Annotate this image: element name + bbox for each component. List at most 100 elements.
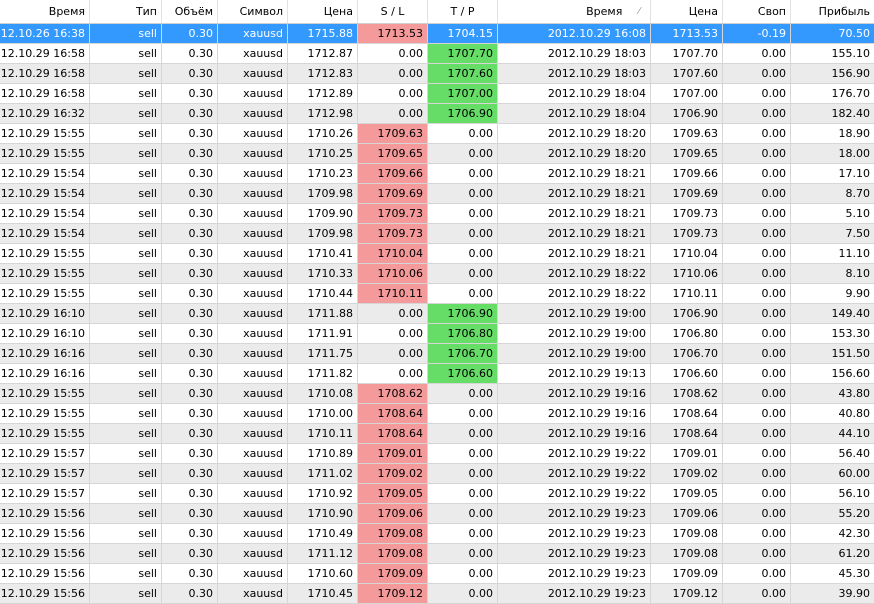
table-row[interactable]: 2012.10.26 16:38sell0.30xauusd1715.88171… — [0, 24, 874, 44]
cell-stop-loss: 0.00 — [358, 44, 428, 63]
table-header: Время Тип Объём Символ Цена S / L T / P … — [0, 0, 874, 24]
cell-volume: 0.30 — [162, 44, 218, 63]
cell-volume: 0.30 — [162, 504, 218, 523]
cell-stop-loss: 1708.62 — [358, 384, 428, 403]
cell-close-time: 2012.10.29 19:23 — [498, 504, 651, 523]
table-row[interactable]: 2012.10.29 15:55sell0.30xauusd1710.25170… — [0, 144, 874, 164]
cell-symbol: xauusd — [218, 224, 288, 243]
cell-time: 2012.10.29 15:56 — [0, 584, 90, 603]
cell-close-time: 2012.10.29 19:00 — [498, 324, 651, 343]
cell-volume: 0.30 — [162, 64, 218, 83]
cell-close-price: 1709.05 — [651, 484, 723, 503]
cell-close-price: 1710.11 — [651, 284, 723, 303]
cell-stop-loss: 1708.64 — [358, 404, 428, 423]
cell-type: sell — [90, 284, 162, 303]
cell-profit: 18.00 — [838, 147, 871, 160]
table-row[interactable]: 2012.10.29 16:58sell0.30xauusd1712.830.0… — [0, 64, 874, 84]
table-row[interactable]: 2012.10.29 15:56sell0.30xauusd1710.49170… — [0, 524, 874, 544]
cell-profit: 5.10 — [845, 207, 871, 220]
cell-type: sell — [90, 124, 162, 143]
column-header-profit[interactable]: Прибыль — [791, 0, 874, 23]
table-row[interactable]: 2012.10.29 15:55sell0.30xauusd1710.44171… — [0, 284, 874, 304]
table-row[interactable]: 2012.10.29 15:54sell0.30xauusd1709.98170… — [0, 184, 874, 204]
cell-stop-loss: 1713.53 — [358, 24, 428, 43]
cell-type: sell — [90, 504, 162, 523]
table-row[interactable]: 2012.10.29 15:57sell0.30xauusd1711.02170… — [0, 464, 874, 484]
cell-profit: 156.90 — [831, 67, 871, 80]
cell-close-time: 2012.10.29 18:21 — [498, 224, 651, 243]
column-header-symbol[interactable]: Символ — [218, 0, 288, 23]
cell-close-time: 2012.10.29 18:20 — [498, 144, 651, 163]
cell-take-profit: 0.00 — [428, 244, 498, 263]
cell-profit: 149.40 — [831, 307, 871, 320]
cell-stop-loss: 1709.65 — [358, 144, 428, 163]
table-body: 2012.10.26 16:38sell0.30xauusd1715.88171… — [0, 24, 874, 604]
table-row[interactable]: 2012.10.29 15:55sell0.30xauusd1710.00170… — [0, 404, 874, 424]
cell-time: 2012.10.29 15:55 — [0, 384, 90, 403]
cell-close-time: 2012.10.29 18:22 — [498, 284, 651, 303]
column-header-price[interactable]: Цена — [288, 0, 358, 23]
table-row[interactable]: 2012.10.29 16:10sell0.30xauusd1711.910.0… — [0, 324, 874, 344]
cell-time: 2012.10.29 16:58 — [0, 64, 90, 83]
table-row[interactable]: 2012.10.29 15:54sell0.30xauusd1709.98170… — [0, 224, 874, 244]
cell-stop-loss: 0.00 — [358, 64, 428, 83]
cell-type: sell — [90, 204, 162, 223]
column-header-sl[interactable]: S / L — [358, 0, 428, 23]
cell-symbol: xauusd — [218, 204, 288, 223]
cell-close-price: 1709.06 — [651, 504, 723, 523]
table-row[interactable]: 2012.10.29 15:56sell0.30xauusd1711.12170… — [0, 544, 874, 564]
cell-swap: 0.00 — [723, 444, 791, 463]
cell-type: sell — [90, 424, 162, 443]
column-header-swap[interactable]: Своп — [723, 0, 791, 23]
table-row[interactable]: 2012.10.29 15:57sell0.30xauusd1710.92170… — [0, 484, 874, 504]
table-row[interactable]: 2012.10.29 15:55sell0.30xauusd1710.33171… — [0, 264, 874, 284]
cell-type: sell — [90, 564, 162, 583]
table-row[interactable]: 2012.10.29 15:56sell0.30xauusd1710.60170… — [0, 564, 874, 584]
cell-type: sell — [90, 584, 162, 603]
cell-stop-loss: 1709.08 — [358, 544, 428, 563]
cell-volume: 0.30 — [162, 344, 218, 363]
table-row[interactable]: 2012.10.29 16:58sell0.30xauusd1712.890.0… — [0, 84, 874, 104]
table-row[interactable]: 2012.10.29 15:57sell0.30xauusd1710.89170… — [0, 444, 874, 464]
cell-type: sell — [90, 344, 162, 363]
table-row[interactable]: 2012.10.29 15:55sell0.30xauusd1710.41171… — [0, 244, 874, 264]
column-header-tp[interactable]: T / P — [428, 0, 498, 23]
cell-take-profit: 0.00 — [428, 204, 498, 223]
table-row[interactable]: 2012.10.29 15:55sell0.30xauusd1710.26170… — [0, 124, 874, 144]
table-row[interactable]: 2012.10.29 15:56sell0.30xauusd1710.45170… — [0, 584, 874, 604]
cell-volume: 0.30 — [162, 384, 218, 403]
table-row[interactable]: 2012.10.29 16:32sell0.30xauusd1712.980.0… — [0, 104, 874, 124]
cell-symbol: xauusd — [218, 44, 288, 63]
column-header-time[interactable]: Время — [0, 0, 90, 23]
table-row[interactable]: 2012.10.29 16:16sell0.30xauusd1711.750.0… — [0, 344, 874, 364]
cell-symbol: xauusd — [218, 564, 288, 583]
column-header-volume[interactable]: Объём — [162, 0, 218, 23]
cell-profit: 43.80 — [838, 387, 871, 400]
cell-volume: 0.30 — [162, 84, 218, 103]
table-row[interactable]: 2012.10.29 15:55sell0.30xauusd1710.08170… — [0, 384, 874, 404]
cell-profit: 60.00 — [838, 467, 871, 480]
cell-profit: 17.10 — [838, 167, 871, 180]
table-row[interactable]: 2012.10.29 16:58sell0.30xauusd1712.870.0… — [0, 44, 874, 64]
table-row[interactable]: 2012.10.29 16:10sell0.30xauusd1711.880.0… — [0, 304, 874, 324]
cell-symbol: xauusd — [218, 484, 288, 503]
column-header-close-time[interactable]: Время ⁄ — [498, 0, 651, 23]
column-header-close-price[interactable]: Цена — [651, 0, 723, 23]
cell-volume: 0.30 — [162, 184, 218, 203]
table-row[interactable]: 2012.10.29 15:54sell0.30xauusd1710.23170… — [0, 164, 874, 184]
cell-take-profit: 1706.90 — [428, 304, 498, 323]
table-row[interactable]: 2012.10.29 15:56sell0.30xauusd1710.90170… — [0, 504, 874, 524]
table-row[interactable]: 2012.10.29 15:55sell0.30xauusd1710.11170… — [0, 424, 874, 444]
cell-time: 2012.10.29 16:16 — [0, 364, 90, 383]
table-row[interactable]: 2012.10.29 16:16sell0.30xauusd1711.820.0… — [0, 364, 874, 384]
cell-close-time: 2012.10.29 19:16 — [498, 404, 651, 423]
cell-type: sell — [90, 64, 162, 83]
cell-price: 1710.11 — [288, 424, 358, 443]
cell-volume: 0.30 — [162, 284, 218, 303]
table-row[interactable]: 2012.10.29 15:54sell0.30xauusd1709.90170… — [0, 204, 874, 224]
column-header-type[interactable]: Тип — [90, 0, 162, 23]
cell-swap: 0.00 — [723, 224, 791, 243]
cell-close-time: 2012.10.29 19:00 — [498, 344, 651, 363]
cell-profit: 39.90 — [838, 587, 871, 600]
cell-profit: 9.90 — [845, 287, 871, 300]
